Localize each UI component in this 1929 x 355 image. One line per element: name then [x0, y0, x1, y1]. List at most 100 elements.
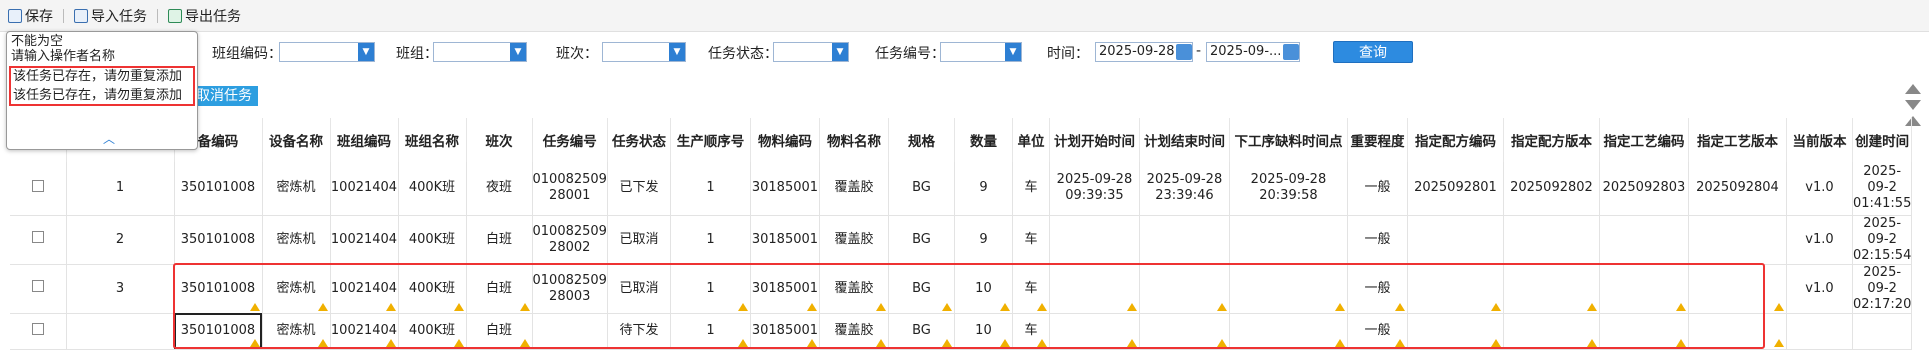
cell-text: 010082509 28001 — [532, 172, 607, 204]
table-cell: 3 — [66, 264, 175, 314]
import-label: 导入任务 — [91, 8, 147, 25]
cell-text: 已取消 — [619, 280, 659, 296]
table-row[interactable]: 350101008 密炼机 10021404 400K班 白班 待下发 1 30185001 覆… — [10, 313, 1913, 350]
task-no-select[interactable]: ▼ — [940, 42, 1022, 62]
save-button[interactable]: 保存 — [8, 6, 53, 26]
table-cell: 覆盖胶 — [819, 264, 889, 314]
export-task-button[interactable]: 导出任务 — [168, 6, 241, 26]
cell-text: 密炼机 — [276, 231, 316, 247]
cell-text: 2025092801 — [1414, 180, 1497, 196]
query-button[interactable]: 查询 — [1333, 41, 1413, 63]
cell-text: 已下发 — [619, 180, 659, 196]
table-cell — [1688, 215, 1787, 265]
table-cell: 一般 — [1347, 313, 1408, 350]
warning-icon — [999, 338, 1010, 347]
row-checkbox[interactable] — [31, 322, 44, 335]
calendar-icon[interactable] — [1176, 44, 1192, 60]
warning-icon — [453, 338, 464, 347]
cell-text: 一般 — [1364, 231, 1391, 247]
table-cell — [532, 313, 608, 350]
date-to-input[interactable]: 2025-09-... — [1206, 42, 1300, 62]
cell-text: BG — [912, 180, 931, 196]
column-header: 任务状态 — [607, 118, 671, 162]
table-cell: 密炼机 — [262, 264, 331, 314]
date-from-input[interactable]: 2025-09-28 — [1095, 42, 1193, 62]
table-cell: 车 — [1012, 215, 1050, 265]
cell-text: v1.0 — [1805, 180, 1834, 196]
table-cell: 30185001 — [750, 313, 820, 350]
task-status-select[interactable]: ▼ — [773, 42, 849, 62]
team-label: 班组： — [396, 46, 438, 62]
cell-text: 10021404 — [330, 231, 398, 247]
table-cell: BG — [888, 215, 955, 265]
team-code-select[interactable]: ▼ — [279, 42, 375, 62]
chevron-down-icon: ▼ — [832, 43, 848, 61]
chevron-down-icon: ▼ — [1005, 43, 1021, 61]
table-cell: 白班 — [466, 215, 533, 265]
table-row[interactable]: 1 350101008 密炼机 10021404 400K班 夜班 010082509 28… — [10, 162, 1913, 216]
table-cell — [66, 313, 175, 350]
cell-text: 9 — [979, 180, 988, 196]
table-cell: 10021404 — [330, 264, 399, 314]
cell-text: BG — [912, 231, 931, 247]
cancel-task-button[interactable]: 取消任务 — [190, 86, 258, 106]
row-checkbox[interactable] — [31, 280, 44, 292]
cell-text: v1.0 — [1805, 231, 1834, 247]
scroll-down-icon[interactable] — [1905, 100, 1921, 110]
table-row[interactable]: 3 350101008 密炼机 10021404 400K班 白班 010082509 28… — [10, 264, 1913, 314]
chevron-up-icon[interactable]: ︿ — [103, 130, 115, 147]
cell-text: 1 — [706, 231, 715, 247]
cell-text: 9 — [979, 231, 988, 247]
table-cell: BG — [888, 264, 955, 314]
column-header: 数量 — [954, 118, 1013, 162]
warning-icon — [1036, 302, 1047, 311]
cell-text: 400K班 — [408, 280, 456, 296]
team-select[interactable]: ▼ — [433, 42, 527, 62]
warning-icon — [1773, 338, 1784, 347]
table-cell: 密炼机 — [262, 162, 331, 216]
import-task-button[interactable]: 导入任务 — [74, 6, 147, 26]
row-checkbox[interactable] — [31, 179, 44, 192]
row-select-cell[interactable] — [10, 215, 67, 265]
cell-text: 2025-09-2 02:15:54 — [1852, 215, 1912, 263]
cell-text: 2025-09-28 23:39:46 — [1146, 172, 1223, 204]
table-cell — [1599, 313, 1689, 350]
shift-select[interactable]: ▼ — [602, 42, 686, 62]
warning-icon — [1773, 302, 1784, 311]
cell-text: 白班 — [485, 231, 512, 247]
toolbar-divider — [63, 8, 64, 23]
table-cell: 2025092804 — [1688, 162, 1787, 216]
shift-label: 班次： — [556, 46, 598, 62]
row-checkbox[interactable] — [31, 231, 44, 243]
column-header: 重要程度 — [1347, 118, 1408, 162]
cell-text: BG — [912, 280, 931, 296]
row-select-cell[interactable] — [10, 313, 67, 350]
table-cell — [1407, 264, 1504, 314]
table-cell: 已下发 — [607, 162, 671, 216]
table-cell — [1503, 215, 1600, 265]
scroll-up-icon[interactable] — [1905, 84, 1921, 94]
task-no-label: 任务编号： — [875, 46, 945, 62]
cell-text: 10021404 — [330, 323, 398, 338]
table-cell: 2025-09-2 02:15:54 — [1852, 215, 1913, 265]
cell-text: 30185001 — [751, 231, 819, 247]
table-cell: 10 — [954, 313, 1013, 350]
cell-text: 10021404 — [330, 280, 398, 296]
cell-text: 30185001 — [751, 180, 819, 196]
cell-text: 2025092802 — [1510, 180, 1593, 196]
tooltip-error-group: 该任务已存在，请勿重复添加 该任务已存在，请勿重复添加 — [9, 66, 195, 106]
column-header: 指定工艺编码 — [1599, 118, 1689, 162]
row-select-cell[interactable] — [10, 264, 67, 314]
table-cell — [1503, 264, 1600, 314]
table-cell: 白班 — [466, 264, 533, 314]
chevron-down-icon: ▼ — [510, 43, 526, 61]
table-cell: 9 — [954, 215, 1013, 265]
row-select-cell[interactable] — [10, 162, 67, 216]
table-row[interactable]: 2 350101008 密炼机 10021404 400K班 白班 010082509 28… — [10, 215, 1913, 265]
warning-icon — [1490, 302, 1501, 311]
warning-icon — [1126, 338, 1137, 347]
table-cell — [1229, 264, 1348, 314]
table-cell: 已取消 — [607, 264, 671, 314]
table-cell: 待下发 — [607, 313, 671, 350]
calendar-icon[interactable] — [1283, 44, 1299, 60]
